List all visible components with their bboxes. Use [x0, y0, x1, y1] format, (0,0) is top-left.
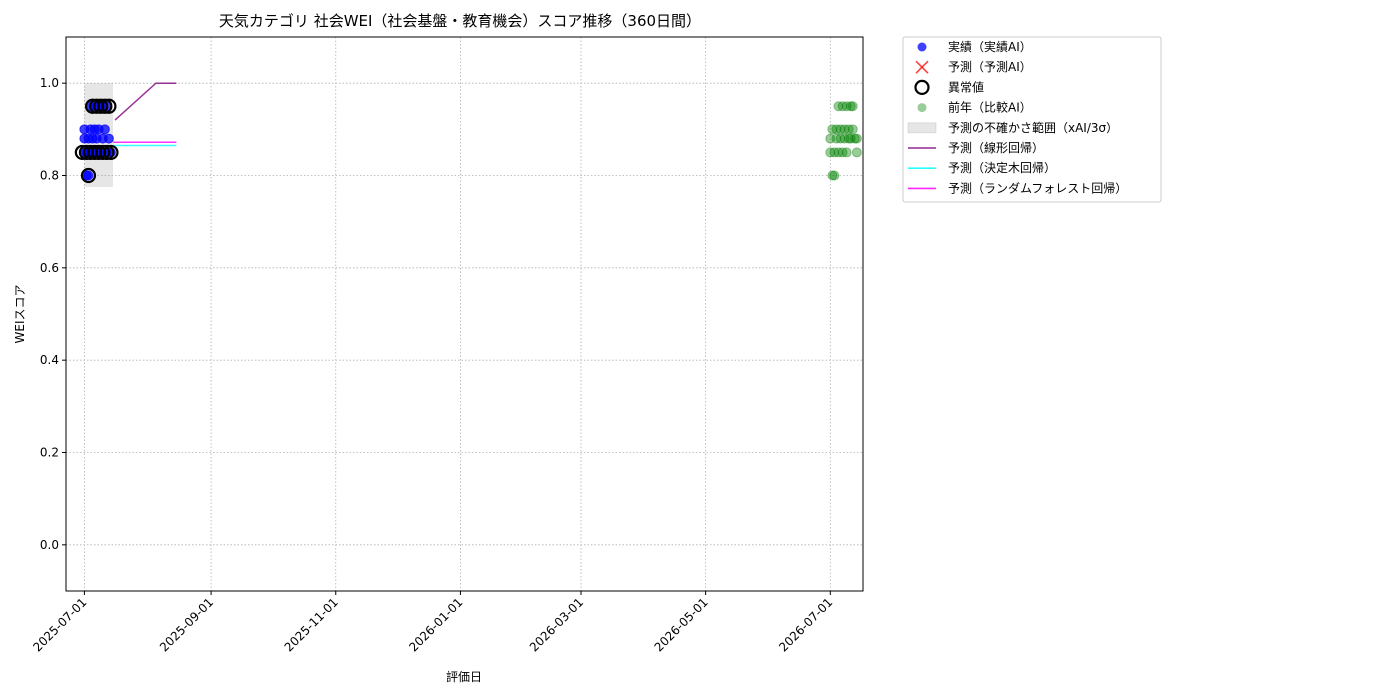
plot-frame	[65, 36, 864, 592]
x-tick-label: 2026-05-01	[652, 595, 711, 654]
data-point	[847, 101, 858, 112]
data-points-layer	[74, 98, 862, 184]
legend-label: 予測（ランダムフォレスト回帰）	[948, 180, 1127, 195]
legend-label: 前年（比較AI）	[948, 100, 1032, 115]
grid-lines	[66, 37, 863, 591]
data-point	[829, 170, 840, 181]
data-point	[83, 170, 94, 181]
legend-label: 予測（決定木回帰）	[948, 160, 1056, 175]
legend-marker-actual	[917, 42, 927, 52]
y-tick-label: 0.2	[40, 446, 59, 460]
data-point	[851, 133, 862, 144]
legend-frame	[902, 36, 1162, 203]
y-axis-label: WEIスコア	[13, 285, 27, 344]
y-tick-label: 0.6	[40, 261, 59, 275]
data-point	[99, 124, 110, 135]
data-point	[851, 147, 862, 158]
legend-label: 異常値	[948, 79, 984, 94]
regression-lines-layer	[113, 82, 177, 147]
x-tick-label: 2025-11-01	[282, 595, 341, 654]
y-tick-label: 0.0	[40, 538, 59, 552]
y-axis-ticks: 0.0 0.2 0.4 0.6 0.8 1.0	[40, 76, 66, 552]
y-tick-label: 0.4	[40, 353, 59, 367]
x-tick-label: 2026-03-01	[527, 595, 586, 654]
data-point	[847, 124, 858, 135]
legend-marker-band	[907, 122, 937, 134]
prediction-line	[114, 82, 177, 121]
legend-label: 実績（実績AI）	[948, 39, 1032, 54]
legend-label: 予測（予測AI）	[948, 60, 1032, 74]
x-tick-label: 2026-01-01	[406, 595, 465, 654]
y-tick-label: 1.0	[40, 76, 59, 90]
legend-label: 予測（線形回帰）	[948, 140, 1044, 155]
legend: 実績（実績AI） 予測（予測AI） 異常値前年（比較AI） 予測の不確かさ範囲（xAI…	[902, 36, 1162, 203]
x-tick-label: 2026-07-01	[776, 595, 835, 654]
x-tick-label: 2025-09-01	[157, 595, 216, 654]
data-point	[103, 133, 114, 144]
chart: 天気カテゴリ 社会WEI（社会基盤・教育機会）スコア推移（360日間） 評価日 …	[13, 12, 1162, 684]
legend-marker-last-year	[917, 103, 927, 113]
data-point	[841, 147, 852, 158]
y-tick-label: 0.8	[40, 169, 59, 183]
x-axis-ticks: 2025-07-01 2025-09-01 2025-11-01 2026-01-01…	[30, 591, 835, 654]
legend-label: 予測の不確かさ範囲（xAI/3σ）	[948, 120, 1118, 135]
x-tick-label: 2025-07-01	[30, 595, 89, 654]
x-axis-label: 評価日	[446, 669, 482, 684]
chart-title: 天気カテゴリ 社会WEI（社会基盤・教育機会）スコア推移（360日間）	[219, 12, 701, 30]
